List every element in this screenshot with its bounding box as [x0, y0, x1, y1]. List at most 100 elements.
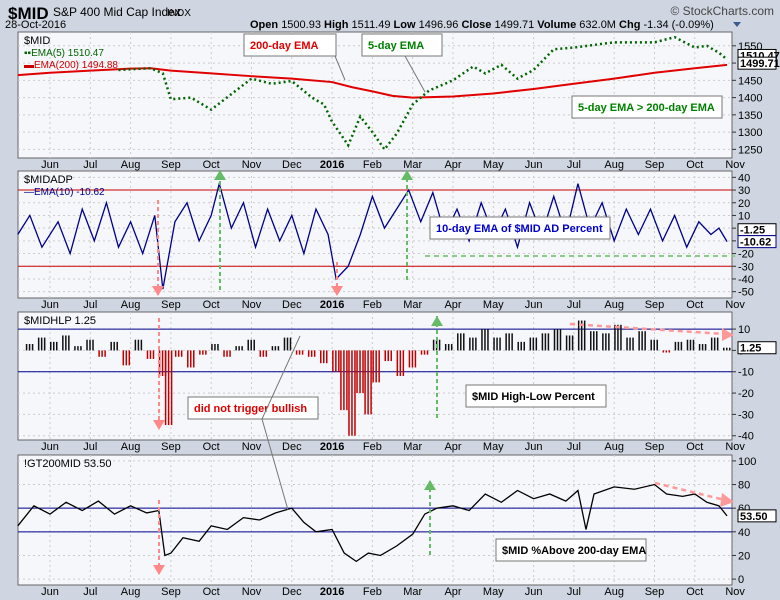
bar — [593, 331, 595, 351]
x-tick-label: 2016 — [320, 441, 344, 453]
bar — [364, 350, 366, 415]
bar — [650, 339, 652, 351]
x-tick-label: Sep — [161, 441, 181, 453]
bar — [250, 339, 252, 351]
x-tick-label: Aug — [604, 299, 624, 311]
bar — [447, 344, 450, 351]
panel-title: $MIDHLP 1.25 — [24, 315, 96, 327]
bar — [444, 344, 447, 351]
bar — [370, 350, 372, 415]
bar — [420, 350, 423, 355]
bar — [74, 346, 76, 351]
x-tick-label: Mar — [403, 586, 422, 598]
bar — [354, 350, 356, 436]
bar — [653, 339, 655, 351]
bar — [140, 339, 143, 351]
x-tick-label: Feb — [363, 299, 382, 311]
bar — [177, 350, 180, 357]
x-tick-label: Jul — [567, 299, 581, 311]
bar — [323, 350, 325, 364]
bar — [53, 341, 55, 351]
x-tick-label: Oct — [203, 586, 220, 598]
bar — [665, 350, 668, 353]
bar — [226, 350, 228, 357]
x-tick-label: Jun — [41, 299, 59, 311]
chg-value: -1.34 (-0.09%) — [644, 19, 714, 31]
bar — [701, 344, 704, 351]
bar — [89, 339, 91, 351]
x-tick-label: Mar — [403, 159, 422, 171]
bar — [423, 350, 426, 355]
bar — [205, 350, 207, 355]
panel-title: $MIDADP — [24, 174, 73, 186]
annotation-5day: 5-day EMA — [361, 33, 443, 57]
x-tick-label: Nov — [242, 586, 262, 598]
volume-value: 632.0M — [579, 19, 616, 31]
bar — [31, 344, 34, 351]
bar — [28, 344, 31, 351]
bar — [37, 337, 40, 351]
y-tick-label: 0 — [738, 574, 744, 586]
chg-label: Chg — [619, 19, 640, 31]
bar — [529, 337, 532, 351]
bar — [729, 347, 731, 351]
bar — [396, 350, 399, 376]
bar — [187, 350, 189, 368]
bar — [553, 329, 556, 351]
y-tick-label: 1400 — [738, 93, 762, 105]
bar — [496, 337, 498, 351]
bar — [265, 350, 268, 357]
bar — [223, 350, 225, 357]
y-tick-label: -40 — [738, 431, 754, 443]
x-tick-label: May — [483, 159, 504, 171]
bar — [340, 350, 342, 411]
x-tick-label: Sep — [161, 586, 181, 598]
bar — [487, 329, 489, 351]
bar — [307, 350, 310, 357]
bar — [617, 324, 619, 351]
open-label: Open — [250, 19, 278, 31]
bar — [372, 350, 374, 383]
bar — [686, 339, 689, 351]
x-tick-label: 2016 — [320, 586, 344, 598]
bar — [362, 350, 364, 394]
x-tick-label: Aug — [121, 159, 141, 171]
bar — [235, 346, 237, 351]
annotation-text: 200-day EMA — [250, 40, 319, 52]
x-tick-label: Feb — [363, 441, 382, 453]
annotation-gt200: $MID %Above 200-day EMA — [495, 538, 647, 562]
x-tick-label: Jun — [41, 441, 59, 453]
bar — [710, 337, 713, 351]
bar — [508, 333, 510, 351]
x-tick-label: Oct — [686, 299, 703, 311]
bar — [346, 350, 348, 411]
bar — [644, 331, 646, 351]
bar — [662, 350, 665, 353]
panel-3: Jun Jul Aug Sep Oct Nov Dec 2016 Feb Mar Apr May Jun… — [17, 311, 777, 453]
bar — [101, 350, 103, 357]
bar — [167, 350, 170, 426]
annotation-text: 5-day EMA > 200-day EMA — [578, 102, 715, 114]
dropdown-icon[interactable] — [733, 22, 741, 27]
x-tick-label: Dec — [282, 299, 302, 311]
bar — [523, 341, 525, 351]
bar — [511, 333, 513, 351]
low-label: Low — [394, 19, 416, 31]
bar — [680, 341, 683, 351]
x-tick-label: Mar — [403, 441, 422, 453]
high-label: High — [324, 19, 349, 31]
y-tick-label: 30 — [738, 185, 750, 197]
bar — [298, 350, 301, 355]
bar — [535, 337, 538, 351]
bar — [677, 341, 680, 351]
bar — [472, 337, 474, 351]
bar — [247, 339, 249, 351]
annotation-200day: 200-day EMA — [243, 33, 337, 57]
bar — [713, 337, 716, 351]
bar — [190, 350, 192, 368]
bar — [668, 350, 671, 353]
x-tick-label: Sep — [161, 159, 181, 171]
bar — [338, 350, 340, 372]
annotation-text: $MID High-Low Percent — [472, 391, 595, 403]
bar — [174, 350, 177, 357]
